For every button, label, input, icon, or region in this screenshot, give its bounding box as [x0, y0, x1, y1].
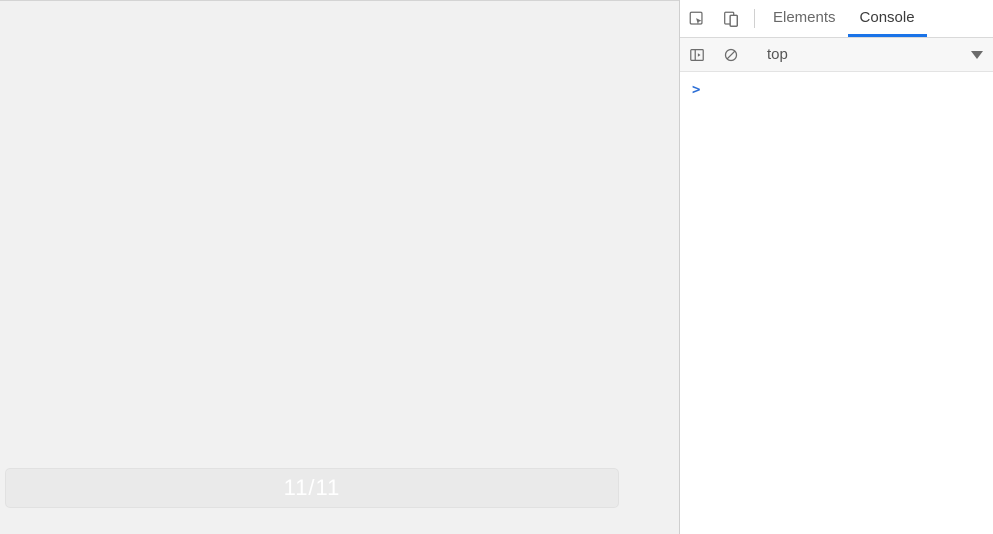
page-progress-label: 11/11: [284, 475, 341, 501]
device-icon: [722, 10, 740, 28]
tab-console[interactable]: Console: [848, 0, 927, 37]
sidebar-toggle-icon: [689, 47, 705, 63]
tabbar-divider: [754, 9, 755, 28]
tab-elements[interactable]: Elements: [761, 0, 848, 37]
clear-icon: [723, 47, 739, 63]
dropdown-caret-icon: [971, 51, 983, 59]
console-prompt-caret-icon: >: [692, 82, 700, 98]
page-progress-bar: 11/11: [5, 468, 619, 508]
page-preview-pane: 11/11: [0, 0, 679, 534]
console-toolbar: top: [680, 38, 993, 72]
execution-context-selector[interactable]: top: [761, 46, 993, 63]
console-output-area[interactable]: >: [680, 72, 993, 534]
console-input[interactable]: [715, 82, 975, 98]
execution-context-value: top: [767, 46, 971, 63]
toggle-device-toolbar-button[interactable]: [714, 0, 748, 37]
inspect-element-button[interactable]: [680, 0, 714, 37]
console-prompt-row: >: [692, 82, 981, 98]
clear-console-button[interactable]: [714, 47, 748, 63]
console-sidebar-toggle-button[interactable]: [680, 47, 714, 63]
devtools-tabbar: Elements Console: [680, 0, 993, 38]
devtools-panel: Elements Console top >: [679, 0, 993, 534]
inspect-icon: [688, 10, 706, 28]
